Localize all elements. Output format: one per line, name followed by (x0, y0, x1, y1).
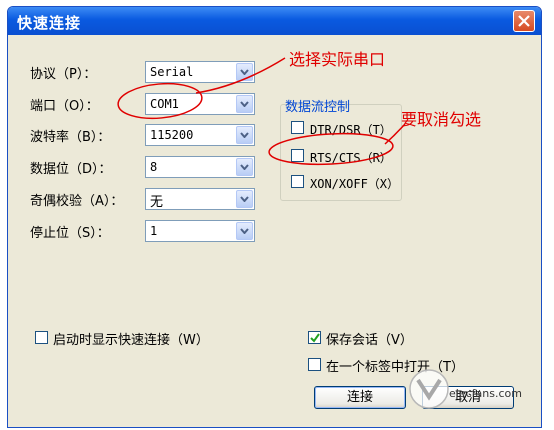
rts-annotation-line (384, 123, 406, 145)
port-annotation-line (195, 57, 286, 94)
port-highlight-ellipse (117, 82, 203, 120)
watermark-text: elecfans.com (449, 387, 522, 400)
rts-cts-highlight-ellipse (268, 132, 394, 166)
annotation-marks (117, 57, 406, 166)
elecfans-logo-icon (409, 369, 449, 409)
